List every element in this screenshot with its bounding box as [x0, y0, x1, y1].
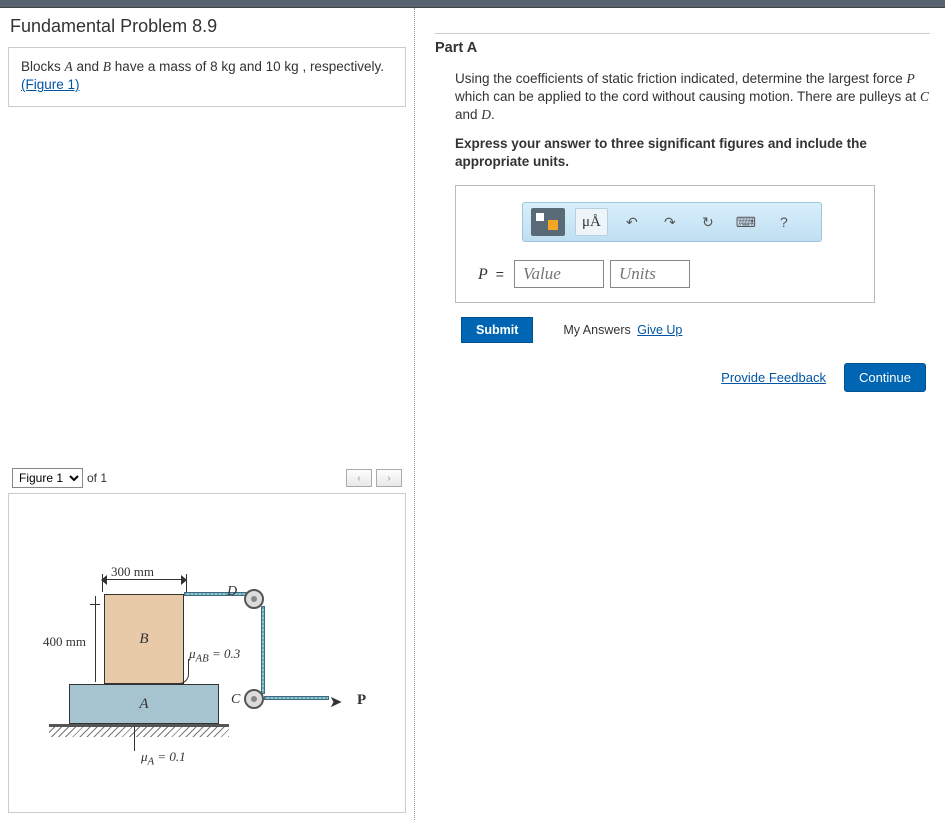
- cord-cp: [264, 696, 329, 700]
- pa-instruction: Express your answer to three significant…: [455, 135, 930, 171]
- keyboard-button[interactable]: ⌨: [732, 209, 760, 235]
- stmt-kg2: kg: [284, 59, 298, 74]
- problem-statement-box: Blocks A and B have a mass of 8 kg and 1…: [8, 47, 406, 107]
- equation-toolbar: μÅ ↶ ↷ ↻ ⌨ ?: [522, 202, 822, 242]
- answer-var: P: [478, 264, 488, 286]
- units-input[interactable]: [610, 260, 690, 288]
- figure-prev-button[interactable]: ‹: [346, 469, 372, 487]
- pa-P: P: [906, 71, 914, 86]
- dim-300-line: [102, 579, 186, 580]
- undo-button[interactable]: ↶: [618, 209, 646, 235]
- pa-C: C: [920, 89, 929, 104]
- footer-row: Provide Feedback Continue: [435, 363, 930, 392]
- stmt-B: B: [103, 59, 111, 74]
- my-answers-area: My Answers Give Up: [563, 322, 682, 339]
- pa-D: D: [481, 107, 491, 122]
- answer-eq: =: [496, 265, 504, 284]
- problem-title: Fundamental Problem 8.9: [0, 8, 414, 47]
- cord-bd: [184, 592, 249, 596]
- label-mu-a: μA = 0.1: [141, 749, 186, 768]
- pulley-d-icon: [244, 589, 264, 609]
- label-c: C: [231, 692, 240, 708]
- block-a: A: [69, 684, 219, 724]
- stmt-mid3: and 10: [236, 59, 285, 74]
- label-mu-ab: μAB = 0.3: [189, 646, 240, 665]
- part-a-body: Using the coefficients of static frictio…: [435, 70, 930, 343]
- label-d: D: [227, 584, 237, 600]
- answer-row: P =: [478, 260, 858, 288]
- stmt-pre: Blocks: [21, 59, 65, 74]
- help-button[interactable]: ?: [770, 209, 798, 235]
- stmt-A: A: [65, 59, 73, 74]
- figure-select[interactable]: Figure 1: [12, 468, 83, 488]
- figure-panel: 300 mm 400 mm B A D C ➤ P: [8, 493, 406, 813]
- label-p: P: [357, 692, 366, 709]
- figure-nav: Figure 1 of 1 ‹ ›: [12, 468, 402, 488]
- main-container: Fundamental Problem 8.9 Blocks A and B h…: [0, 8, 945, 820]
- pulley-c-icon: [244, 689, 264, 709]
- diagram: 300 mm 400 mm B A D C ➤ P: [39, 534, 379, 784]
- redo-button[interactable]: ↷: [656, 209, 684, 235]
- dim-300mm: 300 mm: [111, 564, 154, 580]
- right-column: Part A Using the coefficients of static …: [415, 8, 945, 820]
- value-input[interactable]: [514, 260, 604, 288]
- submit-button[interactable]: Submit: [461, 317, 533, 343]
- pa-text2: which can be applied to the cord without…: [455, 89, 920, 104]
- figure-next-button[interactable]: ›: [376, 469, 402, 487]
- figure-link[interactable]: (Figure 1): [21, 77, 80, 92]
- force-arrow-icon: ➤: [329, 692, 342, 712]
- special-chars-button[interactable]: μÅ: [575, 208, 608, 236]
- pa-text3: and: [455, 107, 481, 122]
- dim-400-line: [95, 596, 96, 682]
- answer-box: μÅ ↶ ↷ ↻ ⌨ ? P =: [455, 185, 875, 303]
- submit-row: Submit My Answers Give Up: [461, 317, 930, 343]
- provide-feedback-link[interactable]: Provide Feedback: [721, 370, 826, 385]
- stmt-mid1: and: [73, 59, 103, 74]
- continue-button[interactable]: Continue: [844, 363, 926, 392]
- pa-text1: Using the coefficients of static frictio…: [455, 71, 906, 86]
- my-answers-label: My Answers: [563, 323, 630, 337]
- part-a-title: Part A: [435, 40, 930, 56]
- top-bar: [0, 0, 945, 8]
- stmt-kg1: kg: [221, 59, 235, 74]
- give-up-link[interactable]: Give Up: [637, 323, 682, 337]
- dim-400mm: 400 mm: [43, 634, 86, 650]
- stmt-mid4: , respectively.: [299, 59, 384, 74]
- figure-of-label: of 1: [87, 471, 107, 485]
- left-column: Fundamental Problem 8.9 Blocks A and B h…: [0, 8, 415, 820]
- templates-button[interactable]: [531, 208, 565, 236]
- reset-button[interactable]: ↻: [694, 209, 722, 235]
- cord-dc: [261, 606, 265, 694]
- stmt-mid2: have a mass of 8: [111, 59, 221, 74]
- pa-text4: .: [491, 107, 495, 122]
